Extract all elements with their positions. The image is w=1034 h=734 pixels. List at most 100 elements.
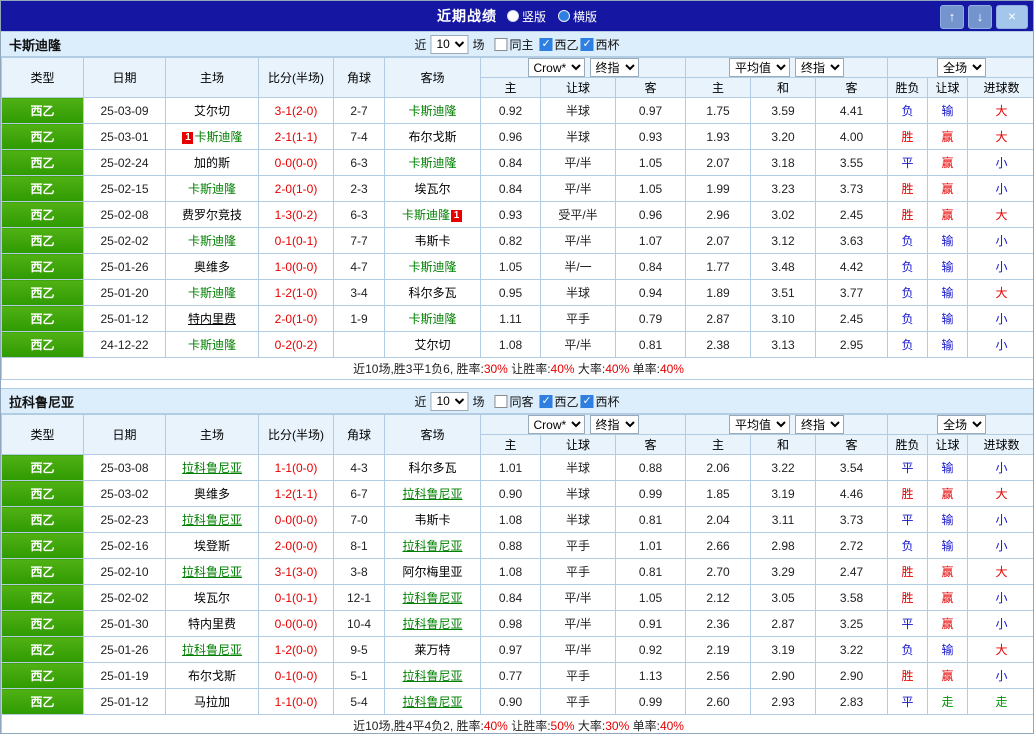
team-link[interactable]: 特内里费	[188, 312, 236, 326]
score-link[interactable]: 2-1(1-1)	[258, 123, 334, 150]
team-link[interactable]: 埃瓦尔	[194, 591, 230, 605]
team-link[interactable]: 卡斯迪隆	[408, 312, 456, 326]
date-cell: 25-01-30	[83, 610, 166, 637]
average-select[interactable]: 平均值	[729, 58, 791, 77]
move-down-button[interactable]: ↓	[968, 5, 992, 29]
score-link[interactable]: 0-0(0-0)	[258, 149, 334, 176]
team-link[interactable]: 韦斯卡	[414, 234, 450, 248]
average-select[interactable]: 平均值	[729, 415, 791, 434]
fullmatch-select[interactable]: 全场	[937, 58, 987, 77]
score-link[interactable]: 1-3(0-2)	[258, 201, 334, 228]
corner-cell: 1-9	[333, 305, 385, 332]
team-link[interactable]: 埃瓦尔	[414, 182, 450, 196]
team-link[interactable]: 马拉加	[194, 695, 230, 709]
team-link[interactable]: 拉科鲁尼亚	[402, 669, 462, 683]
radio-horizontal-icon[interactable]	[558, 10, 570, 22]
odds-cell: 平手	[540, 688, 616, 715]
team-link[interactable]: 卡斯迪隆	[408, 260, 456, 274]
radio-option-horizontal[interactable]: 横版	[558, 8, 597, 25]
team-link[interactable]: 卡斯迪隆	[194, 130, 242, 144]
team-link[interactable]: 卡斯迪隆	[188, 234, 236, 248]
team-link[interactable]: 拉科鲁尼亚	[402, 539, 462, 553]
team-link[interactable]: 艾尔切	[414, 338, 450, 352]
score-link[interactable]: 2-0(0-0)	[258, 532, 334, 559]
league-checkbox[interactable]	[539, 394, 553, 408]
avg-odds-cell: 2.95	[815, 331, 889, 358]
score-link[interactable]: 0-0(0-0)	[258, 506, 334, 533]
final-odds-select-2[interactable]: 终指	[795, 58, 845, 77]
team-link[interactable]: 奥维多	[194, 487, 230, 501]
team-link[interactable]: 科尔多瓦	[408, 461, 456, 475]
match-count-select[interactable]: 10	[430, 391, 469, 411]
fullmatch-select[interactable]: 全场	[937, 415, 987, 434]
team-link[interactable]: 卡斯迪隆	[408, 104, 456, 118]
same-venue-checkbox[interactable]	[494, 37, 508, 51]
team-link[interactable]: 埃登斯	[194, 539, 230, 553]
home-team-cell: 拉科鲁尼亚	[165, 558, 259, 585]
final-odds-select[interactable]: 终指	[589, 415, 639, 434]
final-odds-select-2[interactable]: 终指	[795, 415, 845, 434]
score-link[interactable]: 1-2(1-0)	[258, 279, 334, 306]
score-link[interactable]: 3-1(3-0)	[258, 558, 334, 585]
radio-option-vertical[interactable]: 竖版	[506, 8, 546, 25]
score-link[interactable]: 0-1(0-1)	[258, 227, 334, 254]
team-link[interactable]: 布尔戈斯	[188, 669, 236, 683]
match-row: 西乙 25-02-23 拉科鲁尼亚 0-0(0-0) 7-0 韦斯卡 1.08 半球 0.81 2…	[1, 506, 1033, 533]
same-venue-checkbox[interactable]	[494, 394, 508, 408]
team-link[interactable]: 艾尔切	[194, 104, 230, 118]
score-link[interactable]: 2-0(1-0)	[258, 175, 334, 202]
cup-checkbox[interactable]	[580, 37, 594, 51]
team-link[interactable]: 拉科鲁尼亚	[402, 591, 462, 605]
league-checkbox[interactable]	[539, 37, 553, 51]
final-odds-select[interactable]: 终指	[589, 58, 639, 77]
odds-cell: 0.81	[614, 331, 687, 358]
team-link[interactable]: 费罗尔竞技	[182, 208, 242, 222]
team-link[interactable]: 加的斯	[194, 156, 230, 170]
team-link[interactable]: 卡斯迪隆	[188, 338, 236, 352]
score-link[interactable]: 1-1(0-0)	[258, 688, 334, 715]
radio-horizontal-label[interactable]: 横版	[573, 8, 597, 25]
summary-text: 单率:	[629, 719, 660, 733]
team-link[interactable]: 拉科鲁尼亚	[182, 565, 242, 579]
team-link[interactable]: 卡斯迪隆	[188, 182, 236, 196]
bookmaker-select[interactable]: Crow*	[527, 58, 585, 77]
team-link[interactable]: 韦斯卡	[414, 513, 450, 527]
bookmaker-select[interactable]: Crow*	[527, 415, 585, 434]
score-link[interactable]: 1-0(0-0)	[258, 253, 334, 280]
team-link[interactable]: 拉科鲁尼亚	[402, 617, 462, 631]
close-button[interactable]: ×	[996, 5, 1028, 29]
match-row: 西乙 25-02-10 拉科鲁尼亚 3-1(3-0) 3-8 阿尔梅里亚 1.08 平手 0.8…	[1, 558, 1033, 585]
match-count-select[interactable]: 10	[430, 34, 469, 54]
team-link[interactable]: 莱万特	[414, 643, 450, 657]
score-link[interactable]: 0-0(0-0)	[258, 610, 334, 637]
team-link[interactable]: 拉科鲁尼亚	[402, 487, 462, 501]
team-link[interactable]: 特内里费	[188, 617, 236, 631]
score-link[interactable]: 1-2(1-1)	[258, 480, 334, 507]
team-link[interactable]: 卡斯迪隆	[408, 156, 456, 170]
cup-checkbox[interactable]	[580, 394, 594, 408]
team-link[interactable]: 拉科鲁尼亚	[402, 695, 462, 709]
radio-vertical-label[interactable]: 竖版	[522, 8, 546, 25]
team-link[interactable]: 卡斯迪隆	[402, 208, 450, 222]
score-link[interactable]: 2-0(1-0)	[258, 305, 334, 332]
corner-cell: 4-7	[333, 253, 385, 280]
team-link[interactable]: 奥维多	[194, 260, 230, 274]
radio-vertical-icon[interactable]	[506, 10, 519, 22]
score-link[interactable]: 0-2(0-2)	[258, 331, 334, 358]
team-link[interactable]: 阿尔梅里亚	[402, 565, 462, 579]
team-link[interactable]: 拉科鲁尼亚	[182, 513, 242, 527]
team-link[interactable]: 卡斯迪隆	[188, 286, 236, 300]
move-up-button[interactable]: ↑	[940, 5, 964, 29]
odds-cell: 0.98	[480, 610, 541, 637]
score-link[interactable]: 1-1(0-0)	[258, 454, 334, 481]
score-link[interactable]: 3-1(2-0)	[258, 97, 334, 124]
avg-odds-cell: 2.04	[685, 506, 752, 533]
score-link[interactable]: 0-1(0-1)	[258, 584, 334, 611]
team-link[interactable]: 拉科鲁尼亚	[182, 461, 242, 475]
team-link[interactable]: 拉科鲁尼亚	[182, 643, 242, 657]
score-link[interactable]: 0-1(0-0)	[258, 662, 334, 689]
team-link[interactable]: 布尔戈斯	[408, 130, 456, 144]
score-link[interactable]: 1-2(0-0)	[258, 636, 334, 663]
result-cell: 大	[967, 201, 1033, 228]
team-link[interactable]: 科尔多瓦	[408, 286, 456, 300]
